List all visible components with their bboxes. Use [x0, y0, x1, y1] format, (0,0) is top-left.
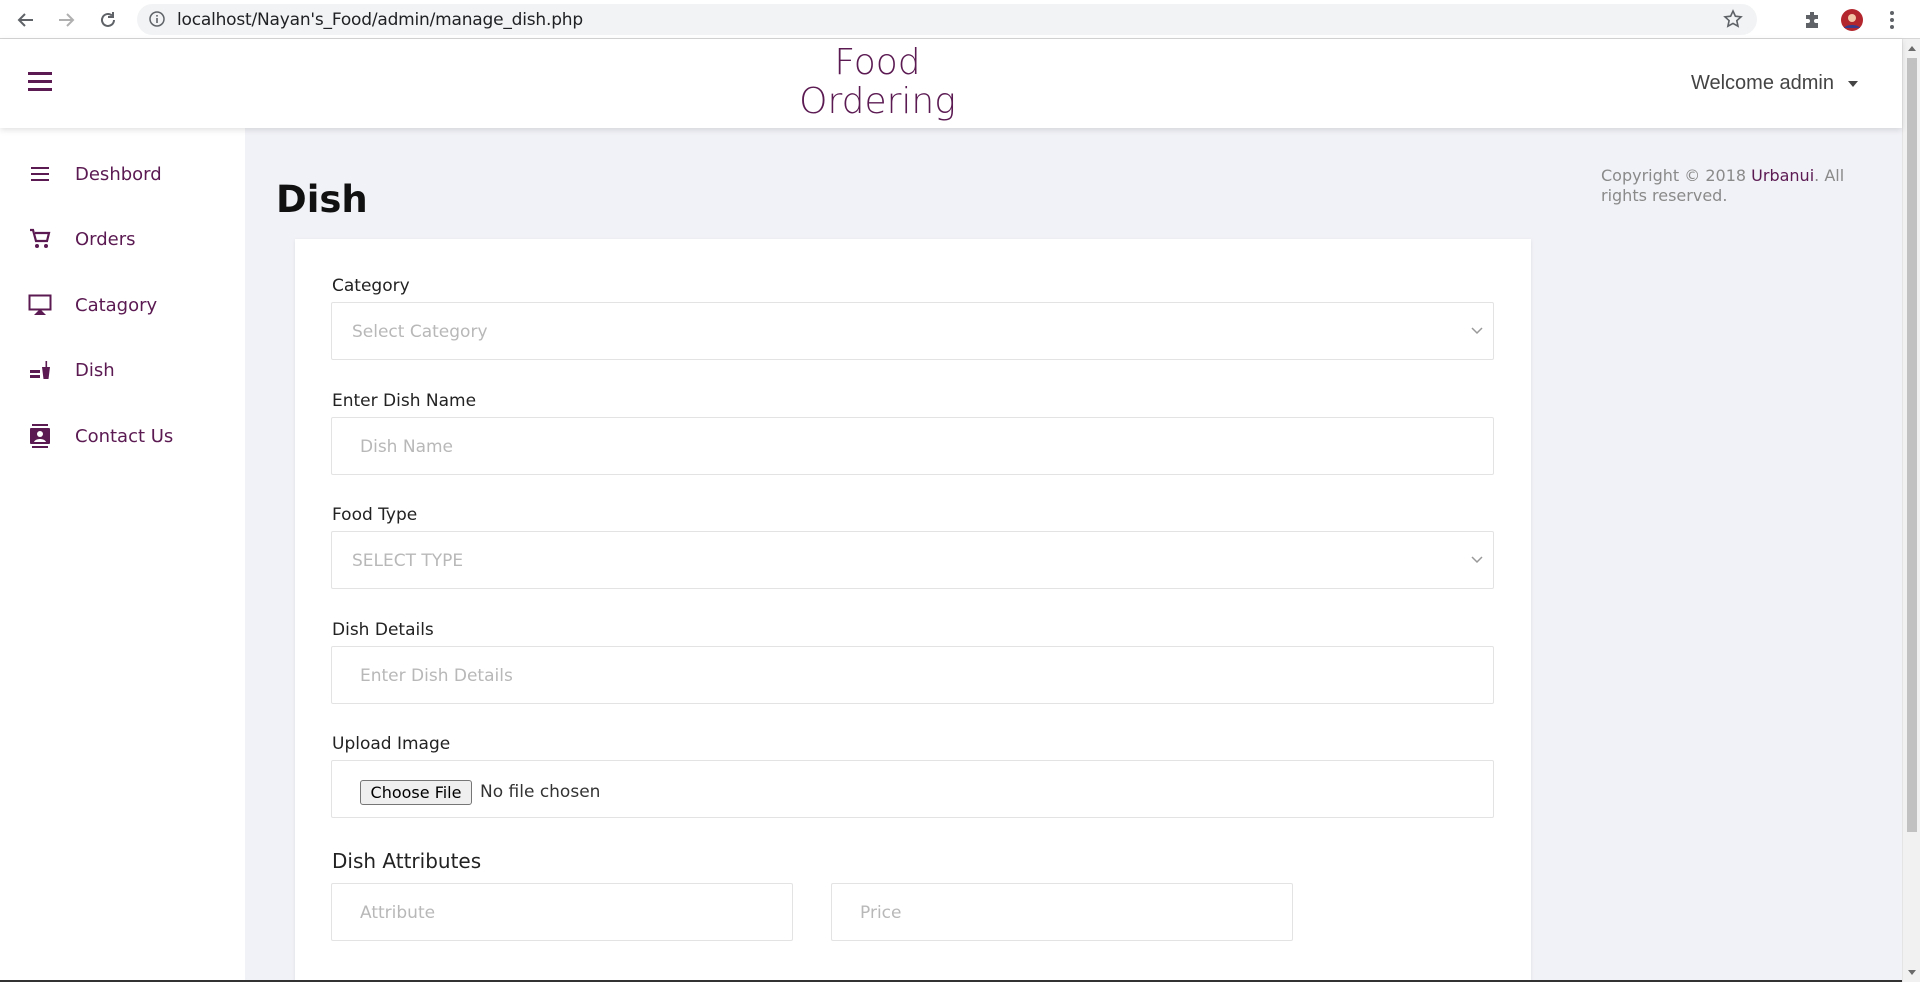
dish-form-card: Category Select Category Enter Dish Name… [295, 239, 1531, 982]
arrow-left-icon [17, 13, 33, 27]
more-vert-icon [1890, 11, 1894, 29]
category-placeholder: Select Category [352, 322, 488, 342]
attribute-placeholder: Attribute [360, 903, 436, 923]
cart-icon [28, 227, 52, 251]
dish-details-input[interactable]: Enter Dish Details [331, 646, 1494, 704]
app-header: Food Ordering Welcome admin [0, 39, 1902, 128]
avatar-icon [1841, 9, 1863, 31]
sidebar-item-catagory[interactable]: Catagory [0, 280, 245, 330]
sidebar-item-label: Contact Us [75, 425, 174, 447]
page-title: Dish [276, 178, 368, 221]
forward-button[interactable] [52, 6, 80, 34]
price-input[interactable]: Price [831, 883, 1293, 941]
browser-menu-button[interactable] [1878, 6, 1906, 34]
food-drink-icon [28, 358, 52, 382]
sidebar-item-dashboard[interactable]: Deshbord [0, 149, 245, 199]
site-info-icon[interactable] [149, 11, 165, 32]
menu-icon [28, 162, 52, 186]
copyright-prefix: Copyright © 2018 [1601, 166, 1752, 185]
back-button[interactable] [12, 6, 40, 34]
category-select[interactable]: Select Category [331, 302, 1494, 360]
user-greeting: Welcome admin [1690, 72, 1834, 94]
brand-line-2: Ordering [799, 81, 956, 122]
sidebar-item-label: Orders [75, 228, 136, 250]
upload-image-field: Choose File No file chosen [331, 760, 1494, 818]
chevron-down-icon [1471, 556, 1483, 564]
upload-image-label: Upload Image [332, 734, 451, 754]
dish-attributes-title: Dish Attributes [332, 849, 482, 873]
dish-name-input[interactable]: Dish Name [331, 417, 1494, 475]
choose-file-button[interactable]: Choose File [360, 780, 472, 805]
dish-details-label: Dish Details [332, 620, 434, 640]
reload-icon [101, 12, 115, 27]
user-dropdown[interactable]: Welcome admin [1691, 72, 1858, 95]
puzzle-icon [1806, 12, 1818, 28]
bookmark-star-icon[interactable] [1723, 9, 1743, 34]
sidebar-toggle-button[interactable] [28, 72, 52, 92]
dish-details-placeholder: Enter Dish Details [360, 666, 513, 686]
food-type-placeholder: SELECT TYPE [352, 551, 464, 571]
airplay-icon [28, 293, 52, 317]
category-label: Category [332, 276, 410, 296]
caret-down-icon [1848, 80, 1858, 87]
address-bar[interactable]: localhost/Nayan's_Food/admin/manage_dish… [137, 4, 1757, 35]
contacts-icon [28, 424, 52, 448]
sidebar-item-label: Deshbord [75, 163, 162, 185]
scrollbar-thumb[interactable] [1907, 58, 1917, 832]
food-type-label: Food Type [332, 505, 418, 525]
sidebar-item-orders[interactable]: Orders [0, 214, 245, 264]
price-placeholder: Price [860, 903, 902, 923]
browser-toolbar: localhost/Nayan's_Food/admin/manage_dish… [0, 0, 1920, 39]
profile-avatar[interactable] [1838, 6, 1866, 34]
sidebar: Deshbord Orders Catagory Dish Contact Us [0, 128, 245, 982]
reload-button[interactable] [94, 6, 122, 34]
dish-name-label: Enter Dish Name [332, 391, 477, 411]
sidebar-item-dish[interactable]: Dish [0, 345, 245, 395]
scroll-down-arrow-icon[interactable] [1907, 969, 1917, 977]
sidebar-item-label: Catagory [75, 294, 158, 316]
no-file-chosen-text: No file chosen [480, 782, 601, 802]
url-text: localhost/Nayan's_Food/admin/manage_dish… [177, 10, 583, 30]
urbanui-link[interactable]: Urbanui [1751, 166, 1814, 185]
food-type-select[interactable]: SELECT TYPE [331, 531, 1494, 589]
attribute-input[interactable]: Attribute [331, 883, 793, 941]
sidebar-item-contact-us[interactable]: Contact Us [0, 411, 245, 461]
chevron-down-icon [1471, 327, 1483, 335]
scroll-up-arrow-icon[interactable] [1907, 44, 1917, 52]
dish-name-placeholder: Dish Name [360, 437, 454, 457]
brand-logo[interactable]: Food Ordering [780, 43, 975, 121]
brand-line-1: Food [834, 42, 921, 83]
sidebar-item-label: Dish [75, 359, 115, 381]
page-scrollbar[interactable] [1902, 39, 1920, 982]
copyright-text: Copyright © 2018 Urbanui. All rights res… [1601, 166, 1881, 206]
arrow-right-icon [59, 13, 75, 27]
extensions-button[interactable] [1798, 6, 1826, 34]
